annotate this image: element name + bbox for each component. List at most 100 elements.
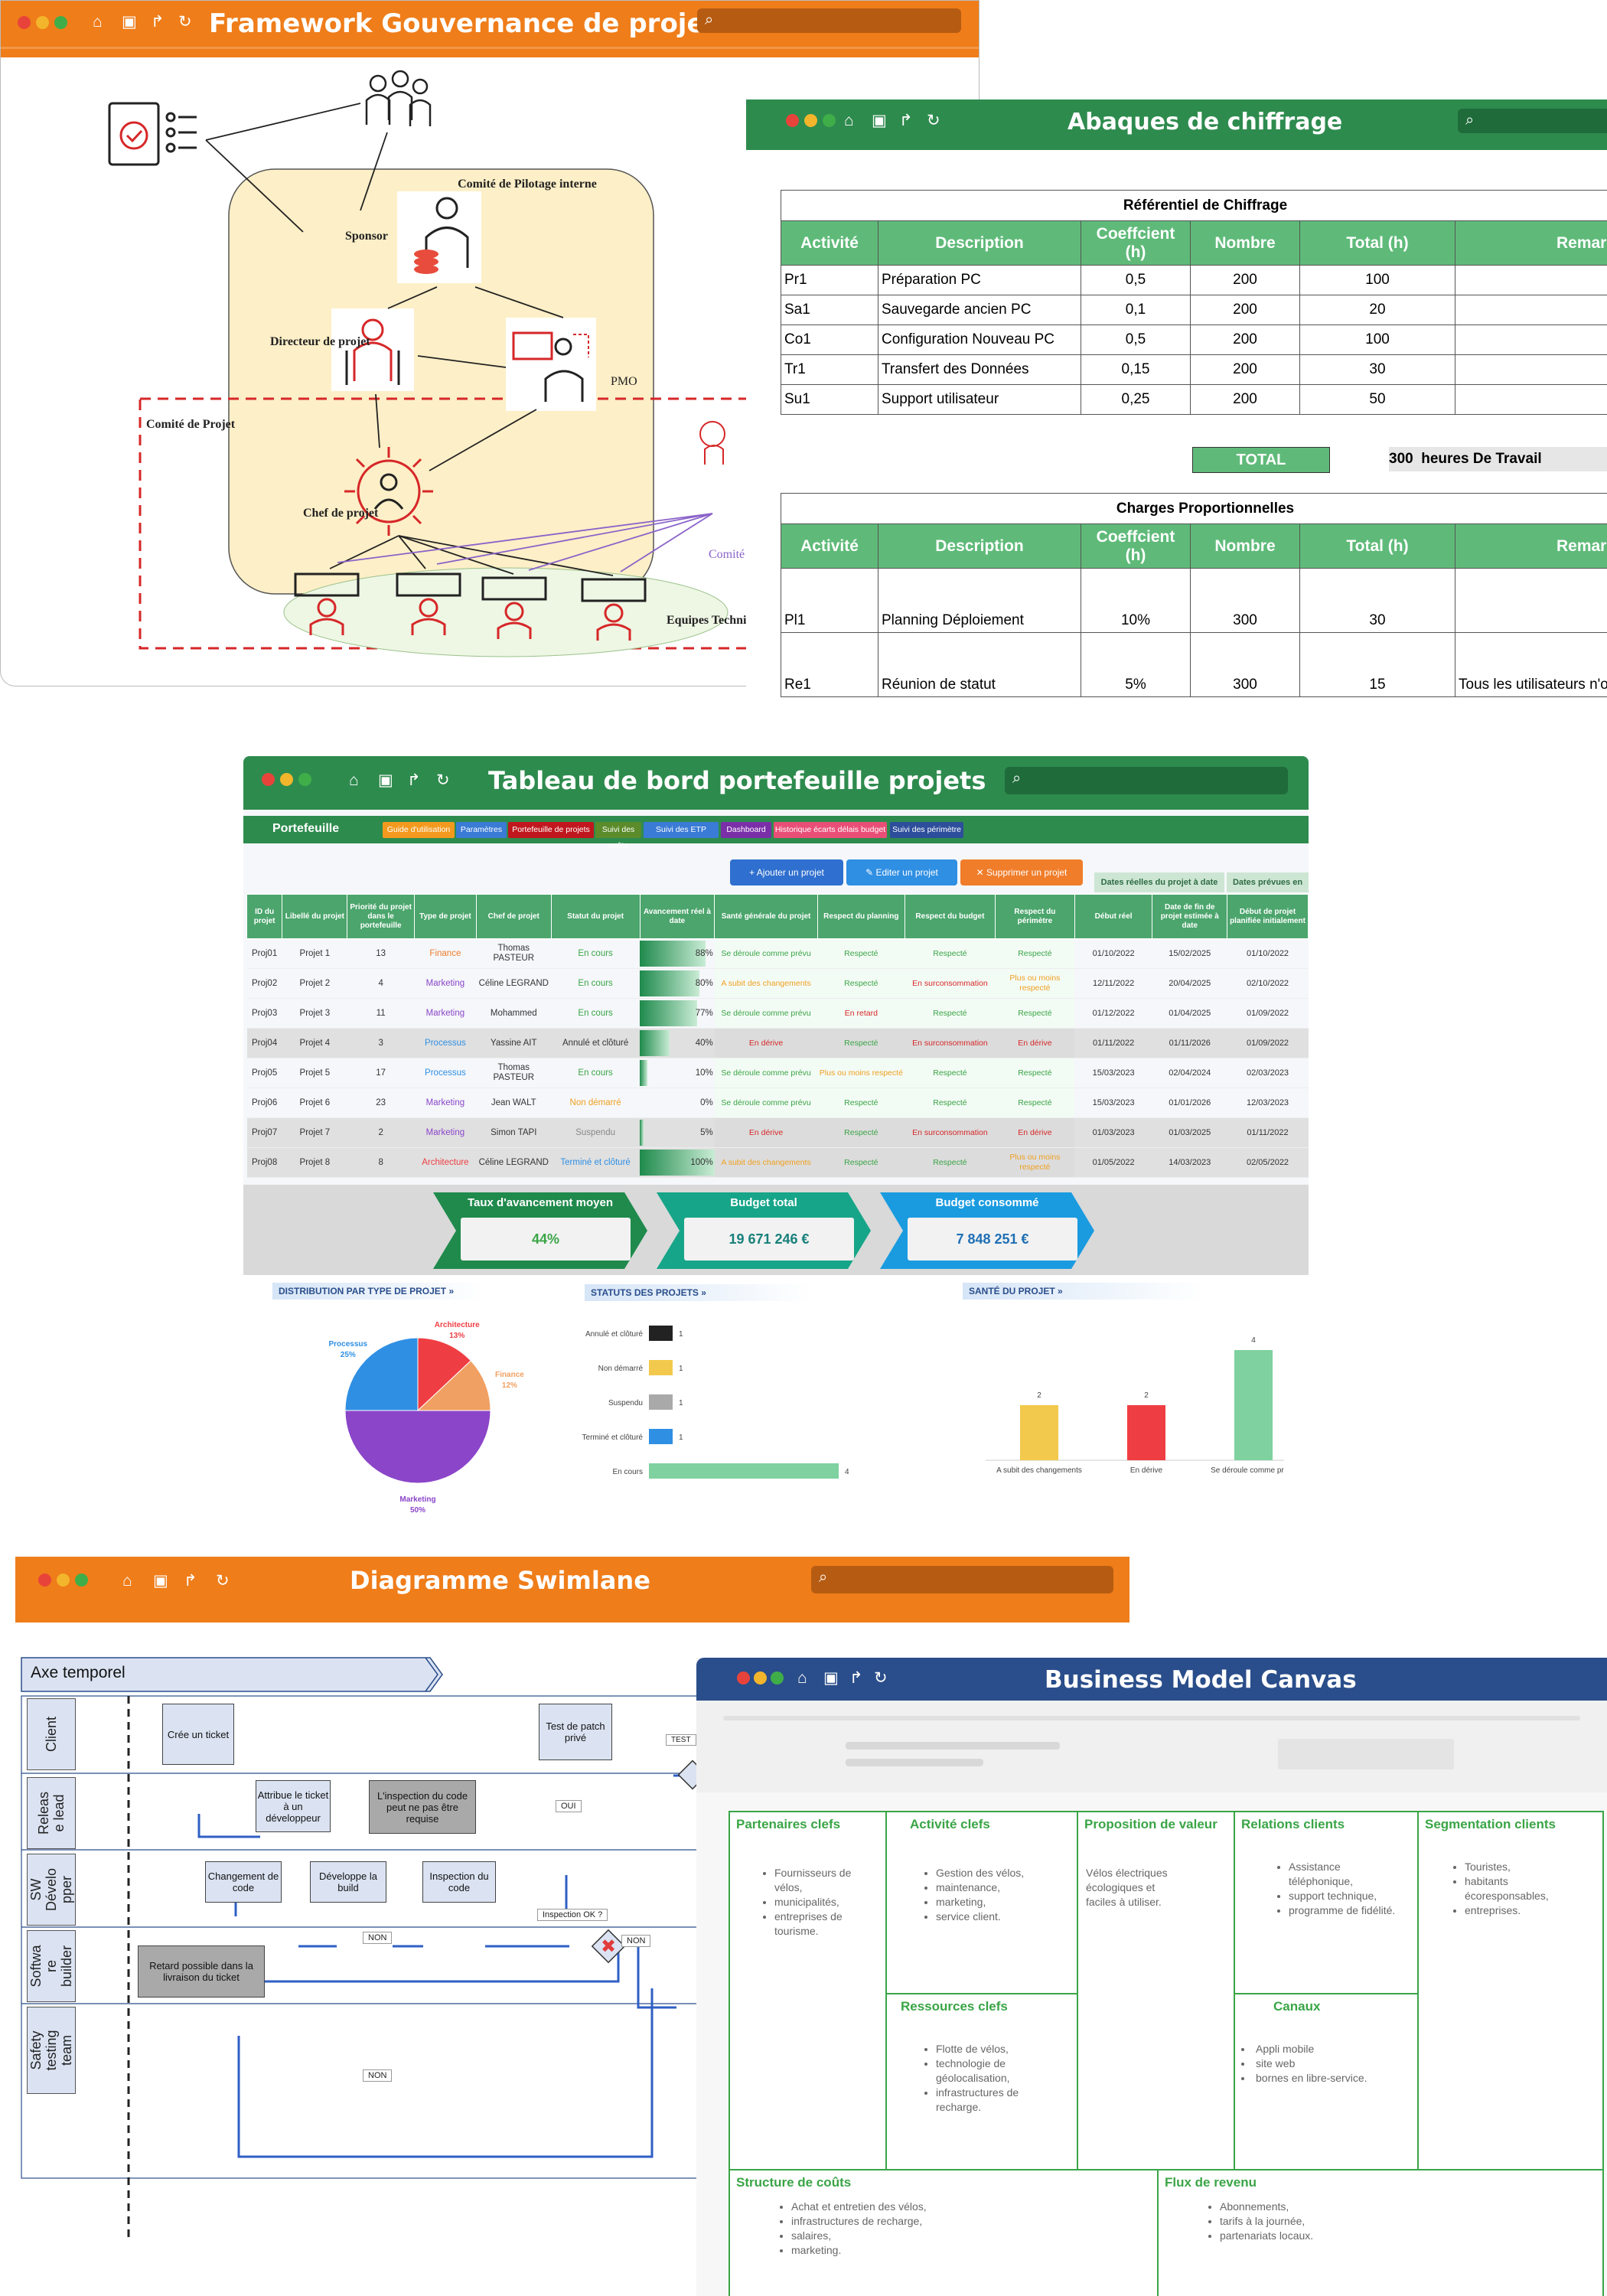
minimize-dot[interactable] bbox=[57, 1574, 70, 1587]
redo-icon[interactable]: ↱ bbox=[849, 1670, 863, 1686]
edit-project-button[interactable]: ✎ Editer un projet bbox=[846, 859, 957, 885]
save-icon[interactable]: ▣ bbox=[872, 113, 887, 129]
cell-type: Finance bbox=[414, 938, 477, 969]
attribue-box[interactable]: Attribue le ticket à un développeur bbox=[256, 1780, 331, 1832]
close-dot[interactable] bbox=[18, 16, 31, 29]
changement-code-box[interactable]: Changement de code bbox=[205, 1861, 282, 1903]
tab-3[interactable]: Suivi des coûts bbox=[595, 822, 641, 850]
cell-statut: En cours bbox=[551, 968, 641, 999]
status-bar[interactable] bbox=[649, 1360, 673, 1375]
refresh-icon[interactable]: ↻ bbox=[436, 772, 450, 788]
cree-ticket-box[interactable]: Crée un ticket bbox=[162, 1704, 234, 1765]
search-field[interactable]: ⌕ bbox=[1005, 767, 1288, 794]
refresh-icon[interactable]: ↻ bbox=[874, 1670, 888, 1686]
home-icon[interactable]: ⌂ bbox=[844, 113, 854, 129]
redo-icon[interactable]: ↱ bbox=[407, 772, 421, 788]
health-bar[interactable] bbox=[1234, 1350, 1273, 1460]
maximize-dot[interactable] bbox=[54, 16, 67, 29]
document-icon bbox=[108, 102, 197, 166]
maximize-dot[interactable] bbox=[771, 1671, 784, 1684]
activites-cell: Activité clefs Gestion des vélos, mainte… bbox=[885, 1811, 1080, 1998]
list-item: tarifs à la journée, bbox=[1220, 2214, 1465, 2229]
cell: 0,25 bbox=[1081, 384, 1191, 415]
cell: 20 bbox=[1299, 295, 1455, 325]
minimize-dot[interactable] bbox=[804, 114, 817, 127]
pie-slice-processus[interactable] bbox=[344, 1337, 419, 1411]
cell-type: Marketing bbox=[414, 1117, 477, 1148]
list-item: bornes en libre-service. bbox=[1241, 2071, 1417, 2086]
cell: 0,5 bbox=[1081, 325, 1191, 355]
tab-5[interactable]: Dashboard bbox=[721, 822, 771, 838]
health-bar[interactable] bbox=[1127, 1405, 1165, 1460]
status-bar[interactable] bbox=[649, 1326, 673, 1341]
tab-1[interactable]: Paramètres bbox=[456, 822, 507, 838]
search-field[interactable]: ⌕ bbox=[1458, 109, 1607, 133]
refresh-icon[interactable]: ↻ bbox=[178, 14, 192, 30]
tab-4[interactable]: Suivi des ETP bbox=[644, 822, 719, 838]
close-dot[interactable] bbox=[262, 773, 275, 786]
status-bar[interactable] bbox=[649, 1429, 673, 1444]
maximize-dot[interactable] bbox=[298, 773, 311, 786]
redo-icon[interactable]: ↱ bbox=[899, 113, 913, 129]
table-row[interactable]: Proj06 Projet 6 23 Marketing Jean WALT Non dé… bbox=[246, 1088, 1309, 1118]
cell-av: 5% bbox=[640, 1117, 715, 1148]
table-row: Tr1 Transfert des Données 0,15 200 30 bbox=[781, 354, 1607, 385]
save-icon[interactable]: ▣ bbox=[823, 1670, 839, 1686]
pie-slice-marketing[interactable] bbox=[344, 1410, 491, 1484]
delete-project-button[interactable]: ✕ Supprimer un projet bbox=[960, 859, 1083, 885]
pmo-icon bbox=[506, 318, 596, 411]
developpe-build-box[interactable]: Développe la build bbox=[310, 1861, 386, 1903]
table-row: Sa1 Sauvegarde ancien PC 0,1 200 20 bbox=[781, 295, 1607, 325]
home-icon[interactable]: ⌂ bbox=[93, 14, 103, 30]
cell: Sauvegarde ancien PC bbox=[878, 295, 1081, 325]
close-dot[interactable] bbox=[786, 114, 799, 127]
table-row[interactable]: Proj05 Projet 5 17 Processus Thomas PASTEUR E… bbox=[246, 1058, 1309, 1088]
table-row[interactable]: Proj02 Projet 2 4 Marketing Céline LEGRAND En… bbox=[246, 968, 1309, 999]
save-icon[interactable]: ▣ bbox=[153, 1573, 168, 1589]
status-bar[interactable] bbox=[649, 1463, 839, 1479]
test-patch-box[interactable]: Test de patch privé bbox=[539, 1704, 612, 1760]
cell-statut: Suspendu bbox=[551, 1117, 641, 1148]
close-dot[interactable] bbox=[38, 1574, 51, 1587]
redo-icon[interactable]: ↱ bbox=[151, 14, 165, 30]
health-bar[interactable] bbox=[1020, 1405, 1058, 1460]
cell: 0,15 bbox=[1081, 354, 1191, 385]
search-field[interactable]: ⌕ bbox=[697, 8, 961, 33]
add-project-button[interactable]: + Ajouter un projet bbox=[730, 859, 843, 885]
table-row[interactable]: Proj01 Projet 1 13 Finance Thomas PASTEUR En … bbox=[246, 938, 1309, 969]
table-row[interactable]: Proj08 Projet 8 8 Architecture Céline LEGRAN… bbox=[246, 1147, 1309, 1178]
table-row[interactable]: Proj03 Projet 3 11 Marketing Mohammed En cour… bbox=[246, 998, 1309, 1029]
save-icon[interactable]: ▣ bbox=[378, 772, 393, 788]
minimize-dot[interactable] bbox=[280, 773, 293, 786]
table-row[interactable]: Proj04 Projet 4 3 Processus Yassine AIT Annul… bbox=[246, 1028, 1309, 1058]
tab-6[interactable]: Historique écarts délais budget bbox=[774, 822, 887, 838]
refresh-icon[interactable]: ↻ bbox=[927, 113, 940, 129]
tab-2[interactable]: Portefeuille de projets bbox=[508, 822, 594, 838]
canaux-cell: Canaux Appli mobile site web bornes en l… bbox=[1234, 1993, 1420, 2172]
inspection-code-box[interactable]: Inspection du code bbox=[422, 1861, 496, 1903]
home-icon[interactable]: ⌂ bbox=[122, 1573, 132, 1589]
redo-icon[interactable]: ↱ bbox=[184, 1573, 197, 1589]
minimize-dot[interactable] bbox=[36, 16, 49, 29]
save-icon[interactable]: ▣ bbox=[122, 14, 137, 30]
close-dot[interactable] bbox=[737, 1671, 750, 1684]
status-bar[interactable] bbox=[649, 1394, 673, 1410]
home-icon[interactable]: ⌂ bbox=[797, 1670, 807, 1686]
minimize-dot[interactable] bbox=[754, 1671, 767, 1684]
search-field[interactable]: ⌕ bbox=[811, 1566, 1113, 1593]
maximize-dot[interactable] bbox=[75, 1574, 88, 1587]
cell: 15 bbox=[1299, 632, 1455, 697]
cell: Tr1 bbox=[781, 354, 878, 385]
tab-0[interactable]: Guide d'utilisation bbox=[383, 822, 455, 838]
cell-id: Proj03 bbox=[246, 998, 282, 1029]
cell: 300 bbox=[1190, 568, 1300, 633]
comite-partial-label: Comité bbox=[709, 548, 745, 561]
maximize-dot[interactable] bbox=[823, 114, 836, 127]
inspection-note-box: L'inspection du code peut ne pas être re… bbox=[369, 1780, 476, 1834]
tab-7[interactable]: Suivi des périmètre bbox=[890, 822, 963, 838]
cell-sante: En dérive bbox=[714, 1028, 818, 1058]
table-row[interactable]: Proj07 Projet 7 2 Marketing Simon TAPI Suspen… bbox=[246, 1117, 1309, 1148]
cell-d1: 01/03/2023 bbox=[1074, 1117, 1152, 1148]
home-icon[interactable]: ⌂ bbox=[349, 772, 359, 788]
refresh-icon[interactable]: ↻ bbox=[216, 1573, 230, 1589]
